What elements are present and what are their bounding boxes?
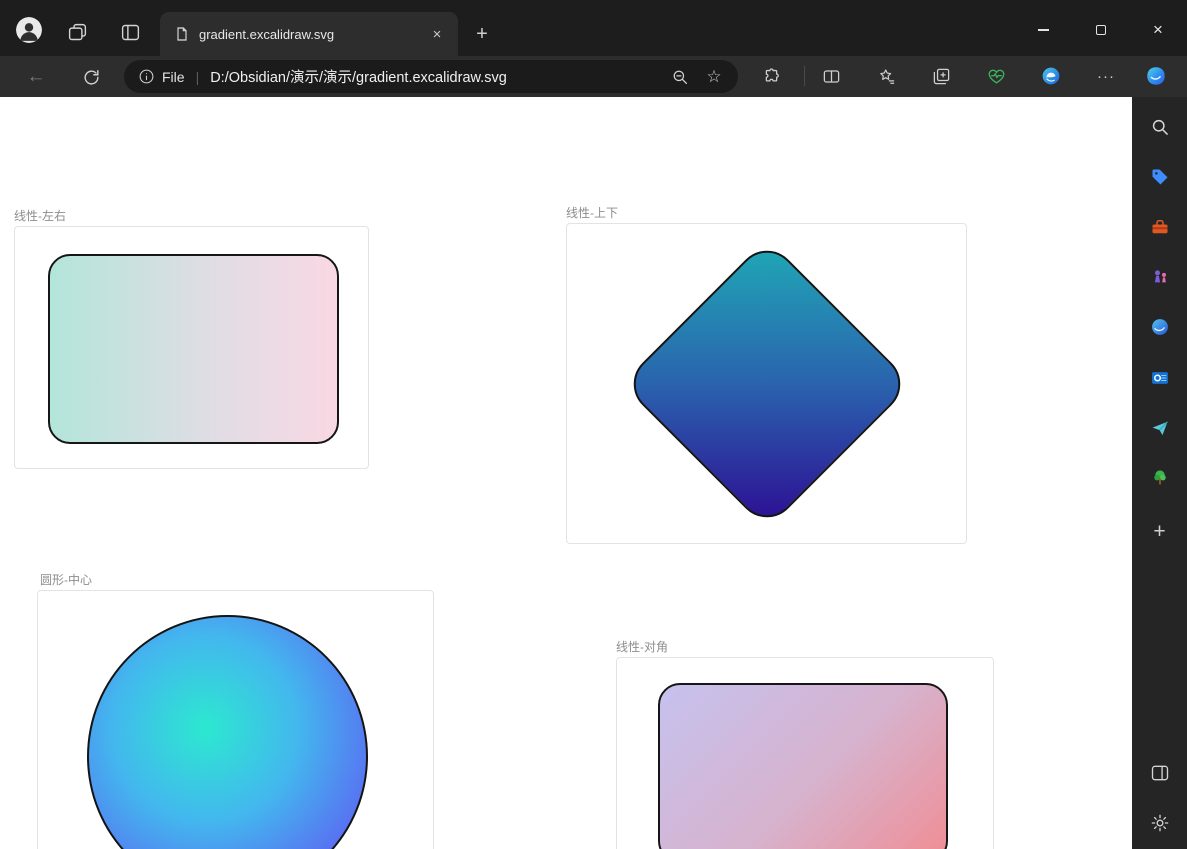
split-screen-icon[interactable]: [816, 61, 846, 91]
window-minimize-button[interactable]: [1020, 14, 1066, 46]
collections-icon[interactable]: [926, 61, 956, 91]
search-icon[interactable]: [1144, 111, 1175, 142]
shape-card-linear-diag: [616, 657, 994, 849]
tab-actions-icon[interactable]: [116, 18, 144, 46]
file-icon: [177, 27, 187, 41]
profile-avatar[interactable]: [16, 17, 42, 43]
favorites-icon[interactable]: [871, 61, 901, 91]
more-menu-icon[interactable]: ···: [1091, 61, 1121, 91]
toolbar-divider: [804, 66, 805, 86]
window-maximize-button[interactable]: [1078, 14, 1124, 46]
gradient-rect-left-right: [48, 254, 339, 444]
shape-card-linear-tb: [566, 223, 967, 544]
sidebar-customize-icon[interactable]: +: [1144, 516, 1175, 547]
edge-logo-icon[interactable]: [1036, 61, 1066, 91]
copilot-icon[interactable]: [1141, 61, 1171, 91]
extensions-icon[interactable]: [756, 61, 786, 91]
shape-label-linear-lr: 线性-左右: [14, 209, 66, 223]
toolbox-icon[interactable]: [1144, 211, 1175, 242]
shopping-icon[interactable]: [1144, 161, 1175, 192]
refresh-button[interactable]: [75, 61, 107, 93]
workspaces-icon[interactable]: [63, 18, 91, 46]
gradient-circle-center: [87, 615, 368, 849]
drop-icon[interactable]: [1144, 412, 1175, 443]
tab-title: gradient.excalidraw.svg: [199, 26, 335, 42]
site-info-icon[interactable]: [138, 68, 155, 85]
shape-card-radial-center: [37, 590, 434, 849]
m365-icon[interactable]: [1144, 311, 1175, 342]
shape-label-radial-center: 圆形-中心: [40, 573, 92, 587]
settings-gear-icon[interactable]: [1144, 807, 1175, 838]
games-icon[interactable]: [1144, 261, 1175, 292]
url-text: D:/Obsidian/演示/演示/gradient.excalidraw.sv…: [210, 70, 507, 86]
gradient-diamond-top-bottom: [621, 238, 913, 530]
gradient-rect-diagonal: [658, 683, 948, 849]
tab-close-icon[interactable]: ×: [426, 23, 448, 45]
tree-icon[interactable]: [1144, 462, 1175, 493]
toolbar: ← File | D:/Obsidian/演示/演示/gradient.exca…: [0, 56, 1187, 97]
shape-card-linear-lr: [14, 226, 369, 469]
address-separator: |: [195, 68, 200, 85]
new-tab-button[interactable]: +: [467, 19, 497, 49]
back-button[interactable]: ←: [20, 61, 52, 93]
shape-label-linear-tb: 线性-上下: [566, 206, 618, 220]
edge-sidebar: +: [1132, 97, 1187, 849]
sidebar-panel-toggle-icon[interactable]: [1144, 757, 1175, 788]
page-content: 线性-左右 线性-上下 圆形-中心 线性-对角: [0, 97, 1132, 849]
zoom-out-icon[interactable]: [668, 65, 692, 89]
favorite-star-icon[interactable]: ☆: [702, 65, 726, 89]
window-close-button[interactable]: ×: [1135, 14, 1181, 46]
browser-tab[interactable]: gradient.excalidraw.svg ×: [160, 12, 458, 56]
browser-window: gradient.excalidraw.svg × + × ← File | D…: [0, 0, 1187, 849]
browser-essentials-icon[interactable]: [981, 61, 1011, 91]
titlebar: gradient.excalidraw.svg × + ×: [0, 0, 1187, 56]
scheme-label: File: [162, 68, 185, 85]
address-bar[interactable]: File | D:/Obsidian/演示/演示/gradient.excali…: [124, 60, 738, 93]
shape-label-linear-diag: 线性-对角: [616, 640, 668, 654]
person-icon: [16, 17, 42, 43]
outlook-icon[interactable]: [1144, 362, 1175, 393]
